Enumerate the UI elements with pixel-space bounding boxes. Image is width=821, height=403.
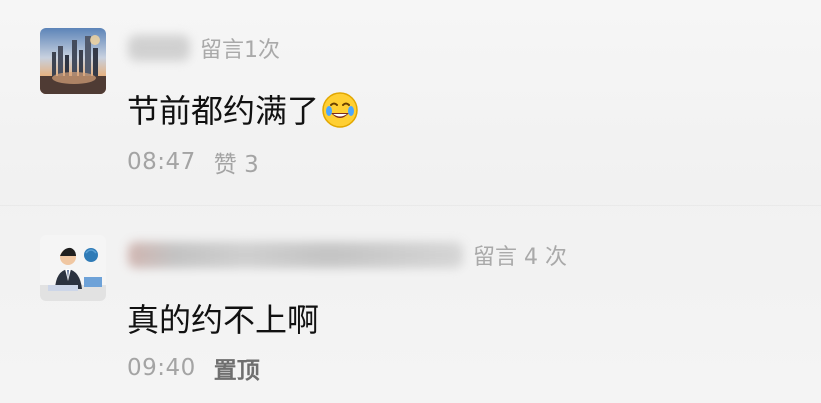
comment-screen: 留言1次 节前都约满了 08:47 赞 3 留言 4 次 真的约不上啊 09:4…: [0, 0, 821, 403]
pinned-label[interactable]: 置顶: [214, 351, 260, 385]
comment-message: 真的约不上啊: [127, 301, 320, 339]
comment-meta: 留言1次: [128, 32, 280, 64]
comment-text: 真的约不上啊: [127, 295, 319, 341]
message-count: 留言1次: [200, 38, 280, 63]
comment-text: 节前都约满了: [127, 86, 359, 132]
crying-laughing-face-icon: [321, 91, 359, 129]
comment-meta: 留言 4 次: [128, 239, 567, 271]
comment-item: 留言 4 次 真的约不上啊 09:40 置顶: [0, 203, 821, 403]
blurred-username: [128, 35, 190, 61]
avatar[interactable]: [40, 235, 106, 301]
comment-message: 节前都约满了: [127, 92, 320, 130]
comment-footer: 09:40 置顶: [127, 351, 260, 385]
businessman-avatar-image: [40, 235, 106, 301]
blurred-username: [128, 242, 463, 268]
message-count: 留言 4 次: [473, 245, 567, 270]
cityscape-avatar-image: [40, 28, 106, 94]
timestamp: 09:40: [127, 355, 196, 381]
avatar[interactable]: [40, 28, 106, 94]
like-count[interactable]: 赞 3: [214, 145, 259, 179]
timestamp: 08:47: [127, 149, 196, 175]
comment-item: 留言1次 节前都约满了 08:47 赞 3: [0, 0, 821, 200]
comment-footer: 08:47 赞 3: [127, 145, 259, 179]
